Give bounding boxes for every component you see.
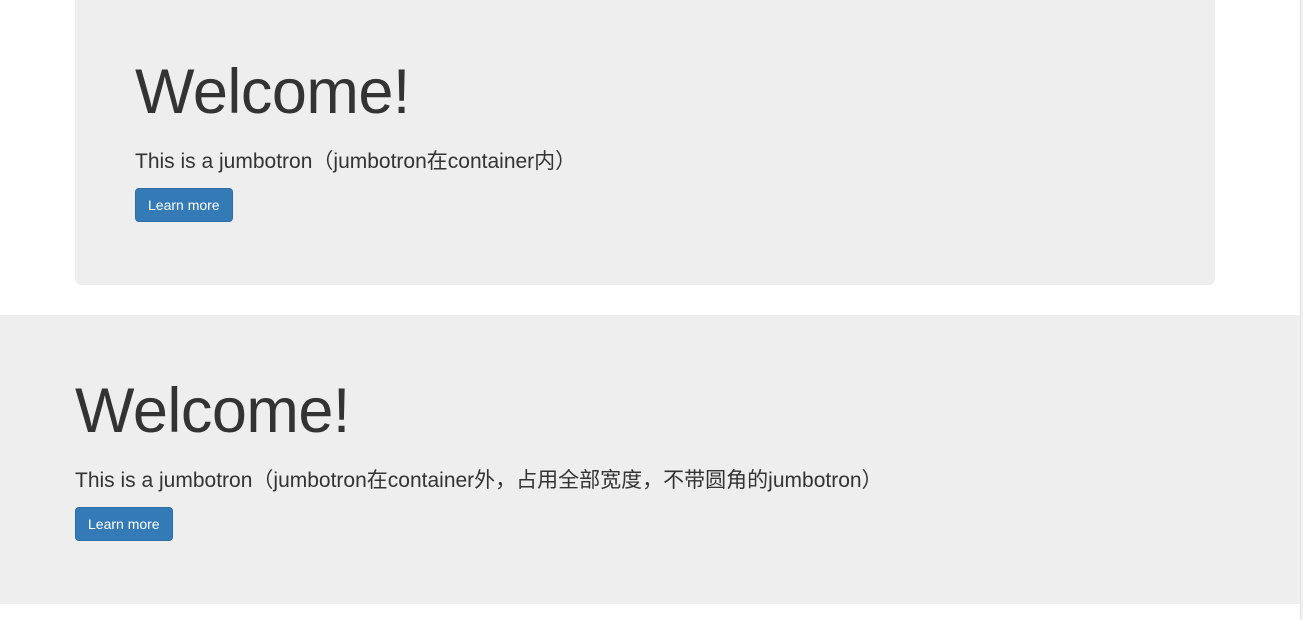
- learn-more-button[interactable]: Learn more: [135, 188, 233, 222]
- jumbotron-contained: Welcome! This is a jumbotron（jumbotron在c…: [75, 0, 1215, 285]
- jumbotron-fluid: Welcome! This is a jumbotron（jumbotron在c…: [0, 315, 1300, 604]
- page: Welcome! This is a jumbotron（jumbotron在c…: [0, 0, 1303, 620]
- jumbotron-lead: This is a jumbotron（jumbotron在container外…: [75, 469, 883, 492]
- jumbotron-heading: Welcome!: [135, 57, 410, 127]
- learn-more-button[interactable]: Learn more: [75, 507, 173, 541]
- jumbotron-lead: This is a jumbotron（jumbotron在container内…: [135, 150, 577, 173]
- jumbotron-heading: Welcome!: [75, 376, 350, 446]
